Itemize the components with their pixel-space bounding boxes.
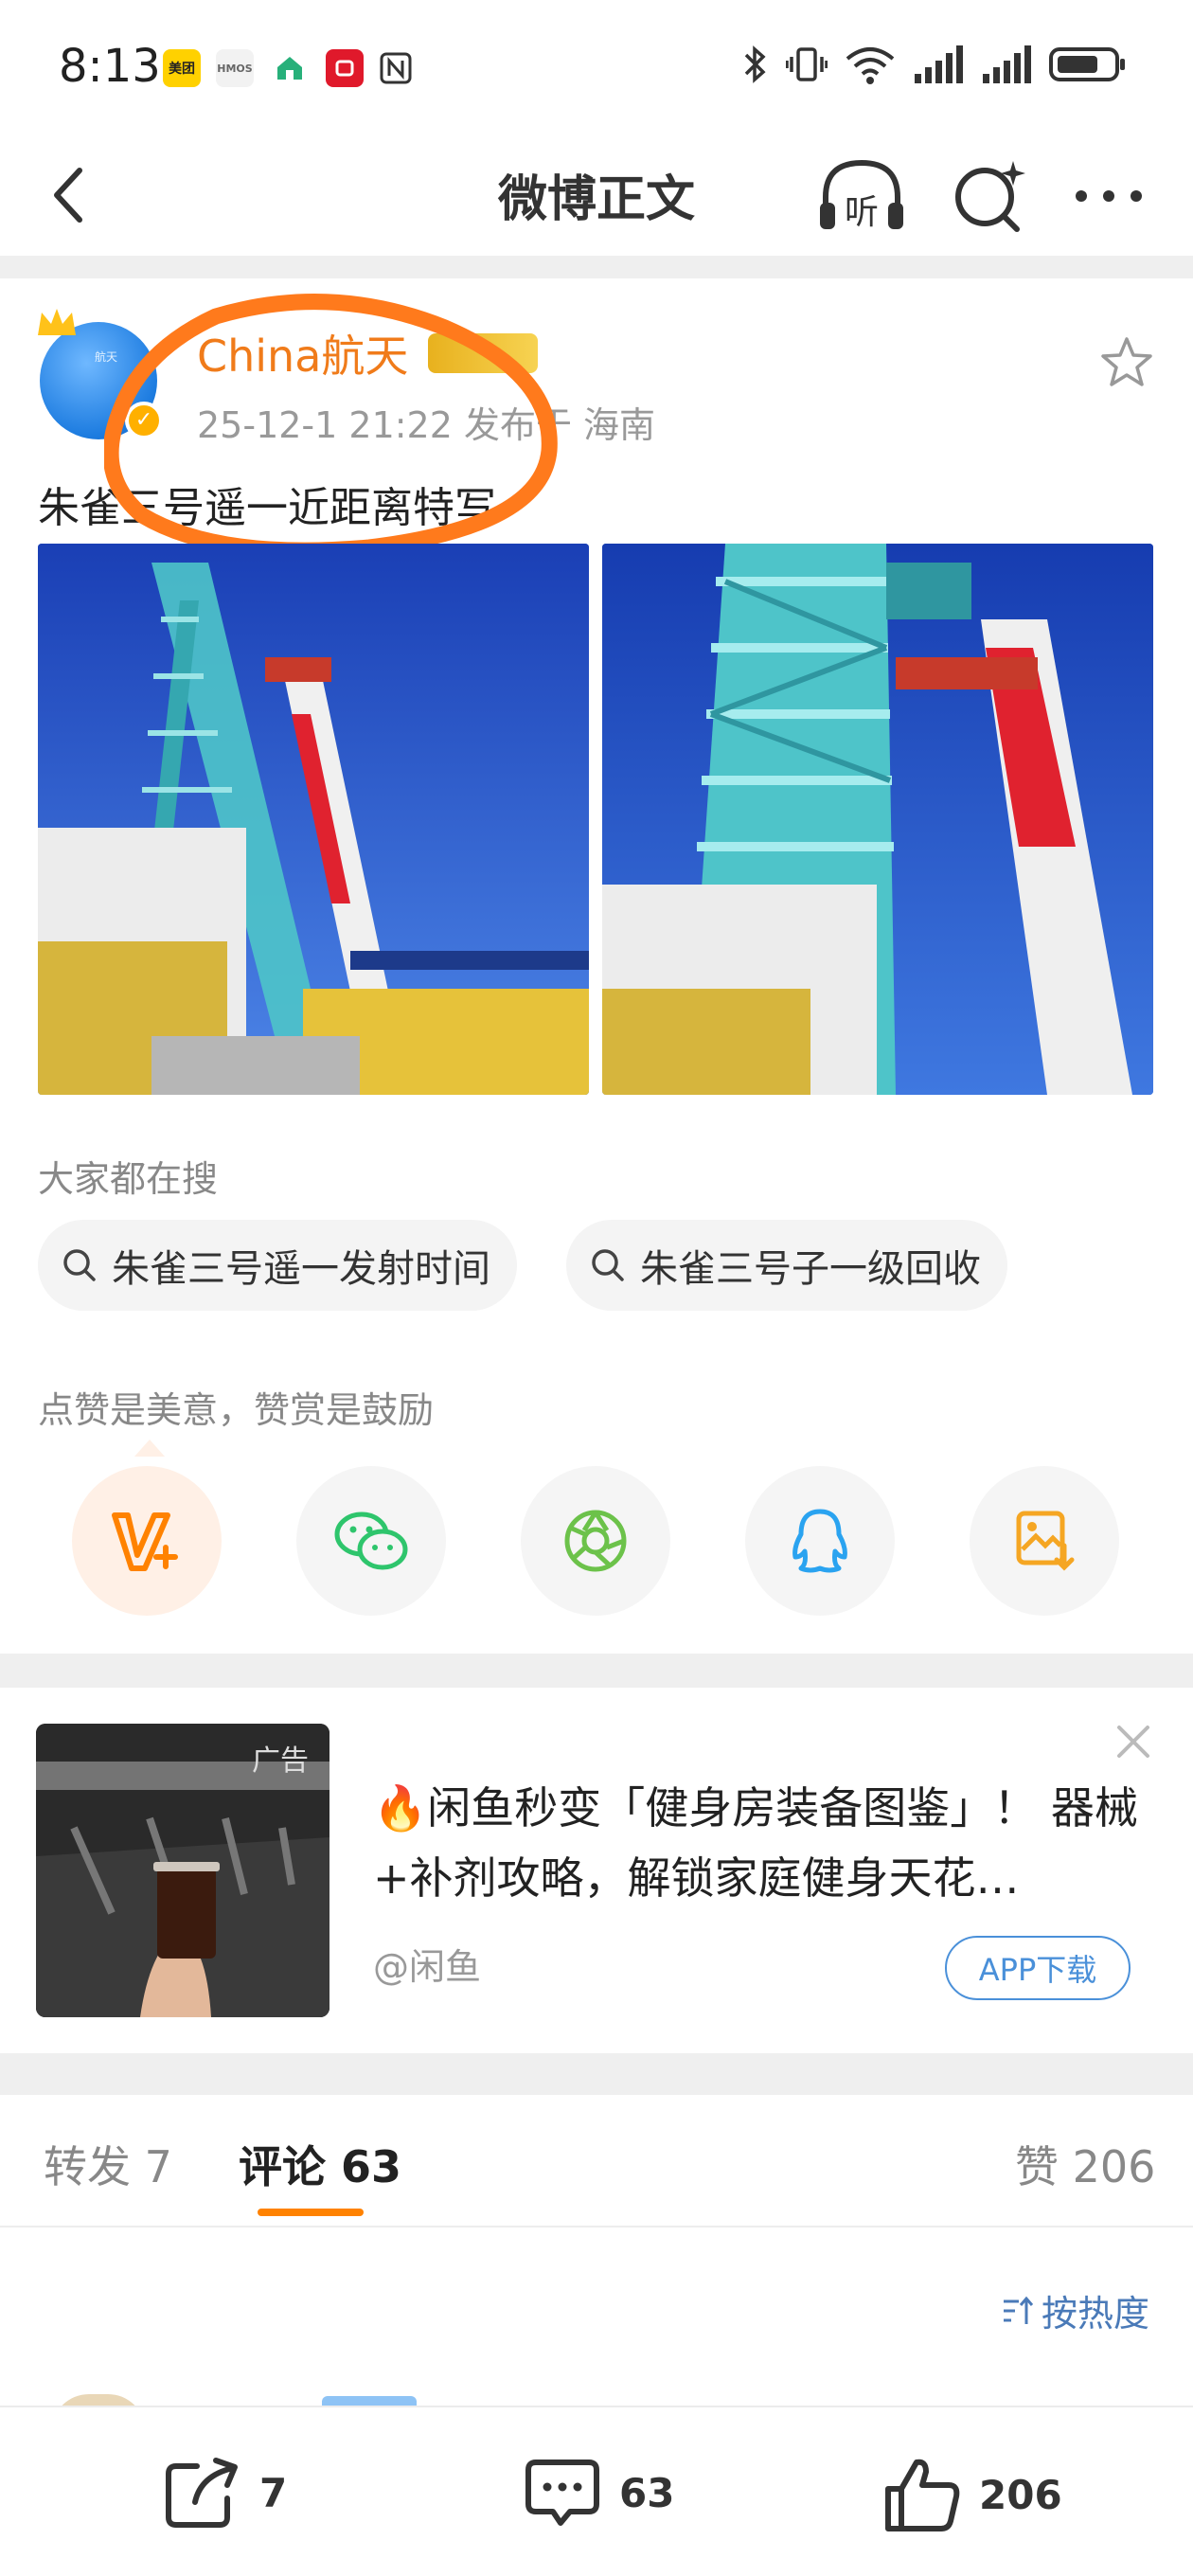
reward-v-icon xyxy=(112,1512,178,1571)
nav-bar: 微博正文 听 xyxy=(0,133,1193,256)
tooltip-pointer xyxy=(134,1440,165,1457)
bottom-action-bar: 7 63 206 xyxy=(0,2406,1193,2576)
home-app-icon xyxy=(271,49,309,87)
avatar-text: 航天 xyxy=(95,350,118,364)
post-image-2[interactable] xyxy=(602,544,1153,1095)
close-icon xyxy=(1117,1726,1149,1758)
reward-section-label: 点赞是美意，赞赏是鼓励 xyxy=(38,1389,435,1431)
search-chip[interactable]: 朱雀三号子一级回收 xyxy=(566,1220,1007,1311)
active-tab-indicator xyxy=(258,2209,364,2216)
like-button[interactable]: 206 xyxy=(882,2455,1062,2534)
favorite-button[interactable] xyxy=(1098,333,1155,390)
search-chip-label: 朱雀三号遥一发射时间 xyxy=(112,1247,490,1291)
repost-count: 7 xyxy=(259,2469,288,2516)
rocket-photo-left xyxy=(38,544,589,1095)
moments-icon xyxy=(564,1510,627,1572)
share-moments-button[interactable] xyxy=(521,1466,670,1616)
ad-close-button[interactable] xyxy=(1110,1718,1157,1765)
nfc-icon xyxy=(377,49,415,87)
divider xyxy=(0,256,1193,278)
author-name[interactable]: China航天 xyxy=(197,322,408,385)
comment-button[interactable]: 63 xyxy=(523,2455,674,2531)
rocket-photo-right xyxy=(602,544,1153,1095)
search-chip-label: 朱雀三号子一级回收 xyxy=(640,1247,981,1291)
qq-icon xyxy=(792,1509,847,1573)
app-download-button[interactable]: APP下载 xyxy=(945,1936,1131,2000)
repost-icon xyxy=(166,2458,238,2528)
save-image-icon xyxy=(1016,1511,1075,1571)
comment-count: 63 xyxy=(619,2469,675,2516)
ad-tag: 广告 xyxy=(252,1744,309,1778)
ad-source: @闲鱼 xyxy=(373,1946,482,1988)
ad-image[interactable]: 广告 xyxy=(36,1724,329,2017)
ad-title[interactable]: 🔥闲鱼秒变「健身房装备图鉴」！ 器械+补剂攻略，解锁家庭健身天花… xyxy=(373,1773,1159,1913)
member-badge-icon xyxy=(428,333,538,373)
sort-label: 按热度 xyxy=(1042,2293,1150,2334)
battery-icon xyxy=(1049,47,1125,81)
sort-button[interactable]: 按热度 xyxy=(1000,2284,1149,2336)
save-image-button[interactable] xyxy=(970,1466,1119,1616)
more-button[interactable] xyxy=(1066,153,1151,239)
listen-icon: 听 xyxy=(820,159,903,232)
verified-icon: ✓ xyxy=(125,402,163,439)
wifi-icon xyxy=(846,47,895,84)
tab-repost[interactable]: 转发 7 xyxy=(44,2133,172,2195)
repost-button[interactable]: 7 xyxy=(163,2455,287,2531)
status-icons xyxy=(742,44,1127,85)
tab-likes[interactable]: 赞 206 xyxy=(1015,2133,1155,2195)
listen-label: 听 xyxy=(845,193,879,232)
thumbs-up-icon xyxy=(885,2459,960,2531)
search-button[interactable] xyxy=(947,153,1032,239)
sort-icon xyxy=(1004,2296,1034,2324)
fire-icon: 🔥 xyxy=(373,1782,428,1834)
search-chip[interactable]: 朱雀三号遥一发射时间 xyxy=(38,1220,517,1311)
search-icon xyxy=(955,161,1025,232)
author-avatar[interactable]: 航天 ✓ xyxy=(34,303,167,439)
listen-button[interactable]: 听 xyxy=(816,153,907,239)
signal-icon xyxy=(915,45,963,83)
reward-button[interactable] xyxy=(72,1466,222,1616)
share-qq-button[interactable] xyxy=(745,1466,895,1616)
status-time: 8:13 xyxy=(59,40,161,93)
crown-icon xyxy=(38,309,76,335)
status-bar: 8:13 美团 HMOS xyxy=(0,0,1193,133)
search-icon xyxy=(63,1249,96,1281)
more-icon xyxy=(1076,190,1142,202)
hmos-app-icon: HMOS xyxy=(216,49,254,87)
post-meta: 25-12-1 21:22 发布于 海南 xyxy=(197,404,656,446)
wechat-icon xyxy=(334,1512,408,1570)
vibrate-icon xyxy=(786,47,828,81)
tab-comments[interactable]: 评论 63 xyxy=(239,2133,401,2195)
signal-icon xyxy=(983,45,1031,83)
divider xyxy=(0,2053,1193,2095)
tab-comments-label: 评论 xyxy=(239,2141,326,2192)
tab-comments-count: 63 xyxy=(341,2141,402,2192)
divider xyxy=(0,1654,1193,1688)
bluetooth-icon xyxy=(744,45,766,83)
comment-icon xyxy=(525,2460,599,2526)
like-count: 206 xyxy=(979,2471,1062,2518)
search-section-label: 大家都在搜 xyxy=(38,1158,219,1200)
divider xyxy=(0,2226,1193,2227)
post-image-1[interactable] xyxy=(38,544,589,1095)
share-wechat-button[interactable] xyxy=(296,1466,446,1616)
meituan-app-icon: 美团 xyxy=(163,49,201,87)
ad-title-text: 闲鱼秒变「健身房装备图鉴」！ 器械+补剂攻略，解锁家庭健身天花… xyxy=(373,1782,1138,1904)
search-icon xyxy=(592,1249,624,1281)
star-icon xyxy=(1101,337,1152,386)
post-text: 朱雀三号遥一近距离特写 xyxy=(38,484,496,532)
securities-app-icon xyxy=(326,49,364,87)
